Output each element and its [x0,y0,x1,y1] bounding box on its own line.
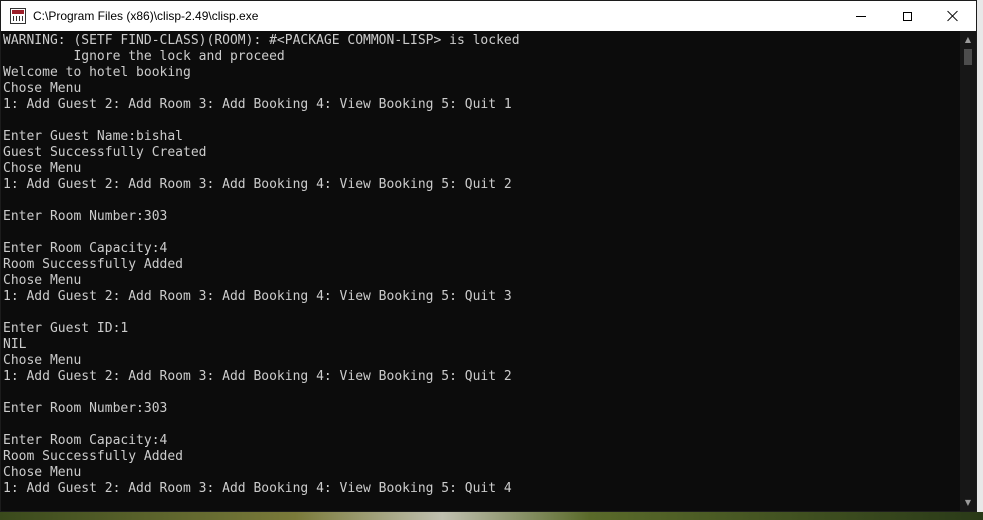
chevron-down-icon: ▼ [964,498,972,507]
window-title: C:\Program Files (x86)\clisp-2.49\clisp.… [33,9,259,23]
console-line: Chose Menu [3,465,82,480]
console-line: 1: Add Guest 2: Add Room 3: Add Booking … [3,97,512,112]
console-lines: WARNING: (SETF FIND-CLASS)(ROOM): #<PACK… [1,31,959,497]
scrollbar-thumb[interactable] [964,49,972,65]
console-line: NIL [3,337,27,352]
console-line: Ignore the lock and proceed [3,49,285,64]
console-output[interactable]: WARNING: (SETF FIND-CLASS)(ROOM): #<PACK… [1,31,959,511]
console-line: Chose Menu [3,273,82,288]
console-window: C:\Program Files (x86)\clisp-2.49\clisp.… [0,0,977,512]
scroll-down-button[interactable]: ▼ [960,494,976,511]
console-line: Enter Guest Name:bishal [3,129,184,144]
desktop-edge-bottom [0,512,983,520]
console-line: Guest Successfully Created [3,145,207,160]
maximize-icon [902,11,912,21]
console-line: Room Successfully Added [3,449,184,464]
desktop-edge-right [977,0,983,520]
clisp-app-icon[interactable] [10,8,26,24]
title-bar[interactable]: C:\Program Files (x86)\clisp-2.49\clisp.… [1,1,976,31]
console-line: WARNING: (SETF FIND-CLASS)(ROOM): #<PACK… [3,33,520,48]
console-line: 1: Add Guest 2: Add Room 3: Add Booking … [3,481,512,496]
maximize-button[interactable] [884,1,930,31]
console-line: Welcome to hotel booking [3,65,191,80]
console-line: Enter Room Number:303 [3,209,168,224]
console-line: Enter Guest ID:1 [3,321,129,336]
scroll-up-button[interactable]: ▲ [960,31,976,48]
close-icon [947,10,959,22]
console-line: Room Successfully Added [3,257,184,272]
desktop-background: C:\Program Files (x86)\clisp-2.49\clisp.… [0,0,983,520]
minimize-button[interactable] [838,1,884,31]
close-button[interactable] [930,1,976,31]
chevron-up-icon: ▲ [964,35,972,44]
console-line: Chose Menu [3,81,82,96]
console-line: Enter Room Capacity:4 [3,241,168,256]
console-line: Chose Menu [3,353,82,368]
console-line: Enter Room Number:303 [3,401,168,416]
console-line: 1: Add Guest 2: Add Room 3: Add Booking … [3,289,512,304]
console-line: 1: Add Guest 2: Add Room 3: Add Booking … [3,369,512,384]
console-line: Enter Room Capacity:4 [3,433,168,448]
console-line: 1: Add Guest 2: Add Room 3: Add Booking … [3,177,512,192]
console-line: Chose Menu [3,161,82,176]
vertical-scrollbar[interactable]: ▲ ▼ [960,31,976,511]
minimize-icon [856,15,866,17]
